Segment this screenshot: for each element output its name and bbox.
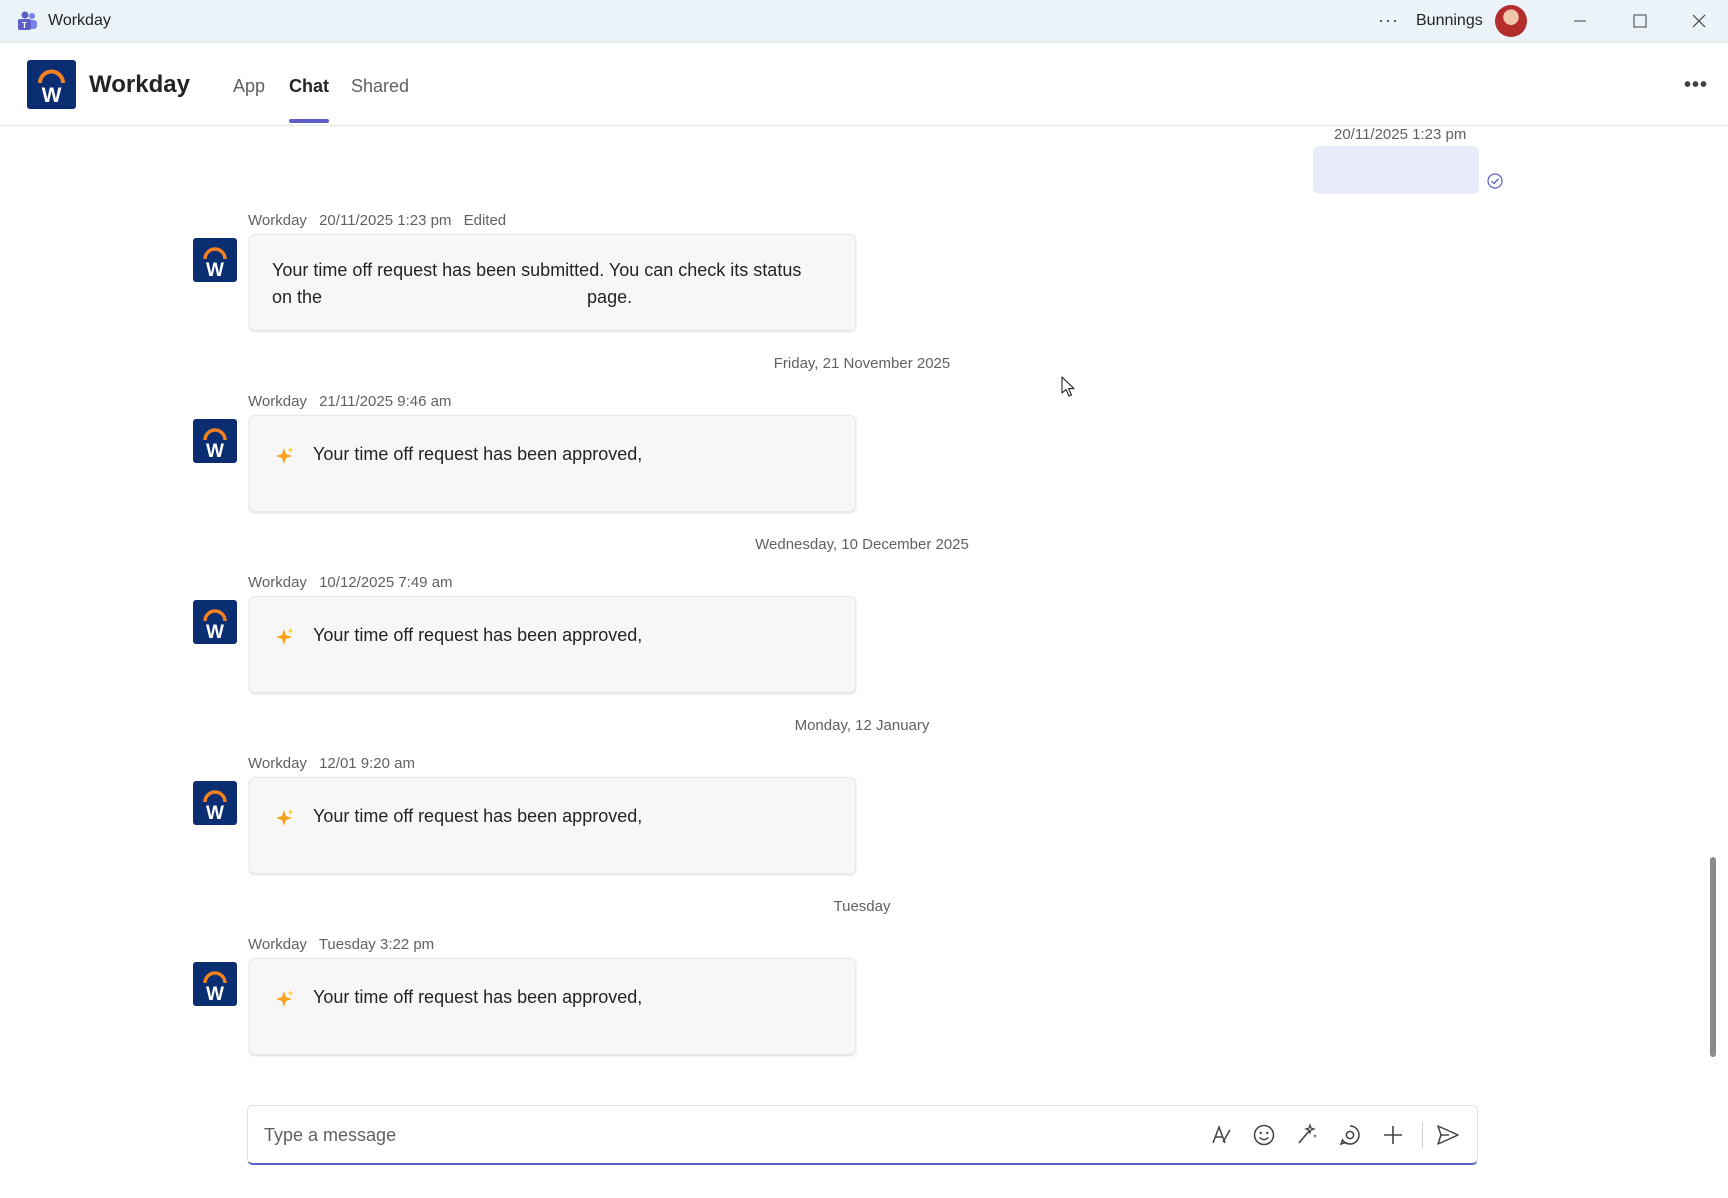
emoji-icon[interactable] <box>1251 1122 1277 1148</box>
maximize-icon[interactable] <box>1626 8 1654 34</box>
mouse-cursor-icon <box>1061 376 1077 398</box>
date-divider: Tuesday <box>833 898 891 915</box>
edited-label: Edited <box>463 212 507 229</box>
message-meta: Workday 20/11/2025 1:23 pm Edited <box>248 212 514 229</box>
message-text: Your time off request has been approved, <box>313 806 643 826</box>
copilot-icon[interactable] <box>1294 1122 1320 1148</box>
message-card[interactable]: Your time off request has been approved, <box>249 415 856 512</box>
attach-plus-icon[interactable] <box>1380 1122 1406 1148</box>
date-divider: Monday, 12 January <box>794 717 930 734</box>
message-sender: Workday <box>248 936 307 953</box>
toolbar-divider <box>1422 1122 1423 1148</box>
message-card[interactable]: Your time off request has been approved, <box>249 958 856 1055</box>
svg-text:W: W <box>206 622 224 643</box>
message-line: page. <box>587 287 633 307</box>
message-sender: Workday <box>248 755 307 772</box>
tab-chat[interactable]: Chat <box>289 76 329 97</box>
sparkle-icon <box>275 989 295 1009</box>
close-icon[interactable] <box>1685 8 1713 34</box>
workday-bot-avatar[interactable]: W <box>193 419 237 463</box>
more-options-icon[interactable]: ··· <box>1378 10 1399 31</box>
svg-text:W: W <box>206 803 224 824</box>
message: W Workday 12/01 9:20 am Your time off re… <box>0 755 900 915</box>
workday-bot-avatar[interactable]: W <box>193 781 237 825</box>
message-timestamp: Tuesday 3:22 pm <box>318 936 435 953</box>
message-meta: Workday 12/01 9:20 am <box>248 755 423 772</box>
message-text: Your time off request has been approved, <box>313 987 643 1007</box>
message: W Workday 10/12/2025 7:49 am Your time o… <box>0 574 900 734</box>
workday-logo-icon: W <box>27 60 76 109</box>
org-name[interactable]: Bunnings <box>1416 12 1483 30</box>
message-text: Your time off request has been approved, <box>313 444 643 464</box>
minimize-icon[interactable] <box>1566 8 1594 34</box>
teams-icon: T <box>16 11 38 31</box>
svg-text:W: W <box>206 984 224 1005</box>
message-meta: Workday 10/12/2025 7:49 am <box>248 574 461 591</box>
send-icon[interactable] <box>1435 1122 1461 1148</box>
message: W Workday 20/11/2025 1:23 pm Edited Your… <box>0 212 900 372</box>
svg-text:W: W <box>42 84 62 107</box>
read-check-icon <box>1486 172 1504 190</box>
app-name: Workday <box>89 71 190 98</box>
message-timestamp: 10/12/2025 7:49 am <box>319 574 453 591</box>
compose-box <box>247 1105 1478 1165</box>
date-divider: Wednesday, 10 December 2025 <box>755 536 969 553</box>
loop-icon[interactable] <box>1337 1122 1363 1148</box>
sent-message-bubble[interactable] <box>1313 146 1479 194</box>
message-sender: Workday <box>248 393 307 410</box>
workday-bot-avatar[interactable]: W <box>193 962 237 1006</box>
user-avatar[interactable] <box>1495 5 1527 37</box>
message-text: Your time off request has been submitted… <box>272 257 832 311</box>
message-sender: Workday <box>248 574 307 591</box>
svg-text:W: W <box>206 260 224 281</box>
scrollbar-thumb[interactable] <box>1710 857 1716 1057</box>
workday-bot-avatar[interactable]: W <box>193 600 237 644</box>
more-options-icon[interactable]: ••• <box>1684 74 1708 97</box>
chat-conversation: 20/11/2025 1:23 pm W Workday 20/11/2025 … <box>0 126 1700 1106</box>
message-card[interactable]: Your time off request has been approved, <box>249 777 856 874</box>
message-input[interactable] <box>264 1121 1164 1149</box>
tab-app[interactable]: App <box>233 76 265 97</box>
window-title: Workday <box>48 12 111 29</box>
workday-bot-avatar[interactable]: W <box>193 238 237 282</box>
sparkle-icon <box>275 627 295 647</box>
app-header: W Workday App Chat Shared ••• <box>0 43 1728 126</box>
svg-text:T: T <box>22 21 27 30</box>
message-timestamp: 21/11/2025 9:46 am <box>319 393 452 410</box>
message: W Workday Tuesday 3:22 pm Your time off … <box>0 936 900 1096</box>
sent-message-timestamp: 20/11/2025 1:23 pm <box>1334 126 1467 143</box>
message-meta: Workday 21/11/2025 9:46 am <box>248 393 459 410</box>
message-timestamp: 20/11/2025 1:23 pm <box>319 212 452 229</box>
format-icon[interactable] <box>1208 1122 1234 1148</box>
sparkle-icon <box>275 808 295 828</box>
window-titlebar: T Workday ··· Bunnings <box>0 0 1728 43</box>
message-line: on the <box>272 287 323 307</box>
date-divider: Friday, 21 November 2025 <box>773 355 951 372</box>
active-tab-indicator <box>289 119 329 123</box>
svg-text:W: W <box>206 441 224 462</box>
message: W Workday 21/11/2025 9:46 am Your time o… <box>0 393 900 553</box>
message-sender: Workday <box>248 212 307 229</box>
message-card[interactable]: Your time off request has been submitted… <box>249 234 856 331</box>
sparkle-icon <box>275 446 295 466</box>
message-text: Your time off request has been approved, <box>313 625 643 645</box>
tab-shared[interactable]: Shared <box>351 76 409 97</box>
message-meta: Workday Tuesday 3:22 pm <box>248 936 442 953</box>
message-line: Your time off request has been submitted… <box>272 260 802 280</box>
message-timestamp: 12/01 9:20 am <box>319 755 415 772</box>
message-card[interactable]: Your time off request has been approved, <box>249 596 856 693</box>
